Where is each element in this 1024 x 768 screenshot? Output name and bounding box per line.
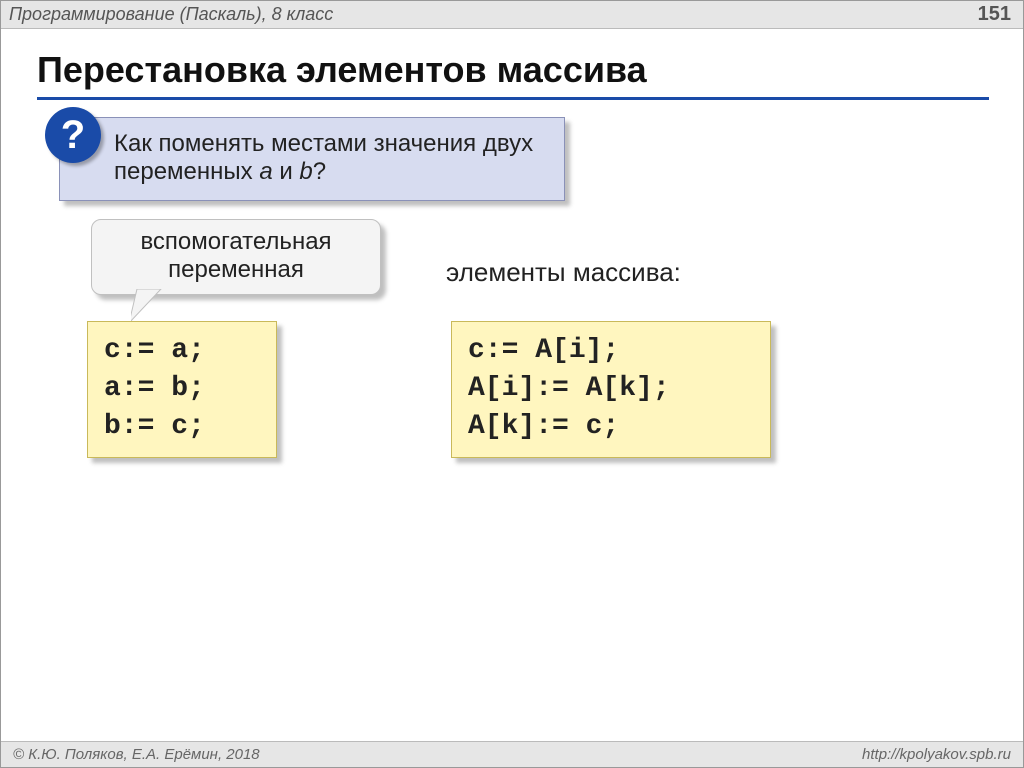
slide: Программирование (Паскаль), 8 класс 151 … — [0, 0, 1024, 768]
footer-url: http://kpolyakov.spb.ru — [862, 746, 1011, 763]
slide-title: Перестановка элементов массива — [37, 49, 989, 100]
code-swap-array: c:= A[i]; A[i]:= A[k]; A[k]:= c; — [451, 321, 771, 458]
helper-var-callout: вспомогательная переменная — [91, 219, 381, 295]
header-bar: Программирование (Паскаль), 8 класс 151 — [1, 1, 1023, 29]
footer-authors: К.Ю. Поляков, Е.А. Ерёмин, 2018 — [13, 746, 260, 763]
course-title: Программирование (Паскаль), 8 класс — [9, 4, 333, 25]
callout-line2: переменная — [168, 256, 304, 283]
question-line2-prefix: переменных — [114, 158, 259, 185]
question-var-a: a — [259, 158, 272, 185]
question-mark-char: ? — [313, 158, 326, 185]
page-number: 151 — [978, 3, 1011, 26]
question-line1: Как поменять местами значения двух — [114, 130, 533, 157]
question-box: Как поменять местами значения двух перем… — [59, 117, 565, 201]
question-and: и — [273, 158, 300, 185]
array-elements-label: элементы массива: — [446, 257, 681, 288]
question-icon: ? — [45, 107, 101, 163]
callout-line1: вспомогательная — [140, 228, 331, 255]
code-swap-vars: c:= a; a:= b; b:= c; — [87, 321, 277, 458]
question-var-b: b — [299, 158, 312, 185]
footer-bar: К.Ю. Поляков, Е.А. Ерёмин, 2018 http://k… — [1, 741, 1023, 767]
